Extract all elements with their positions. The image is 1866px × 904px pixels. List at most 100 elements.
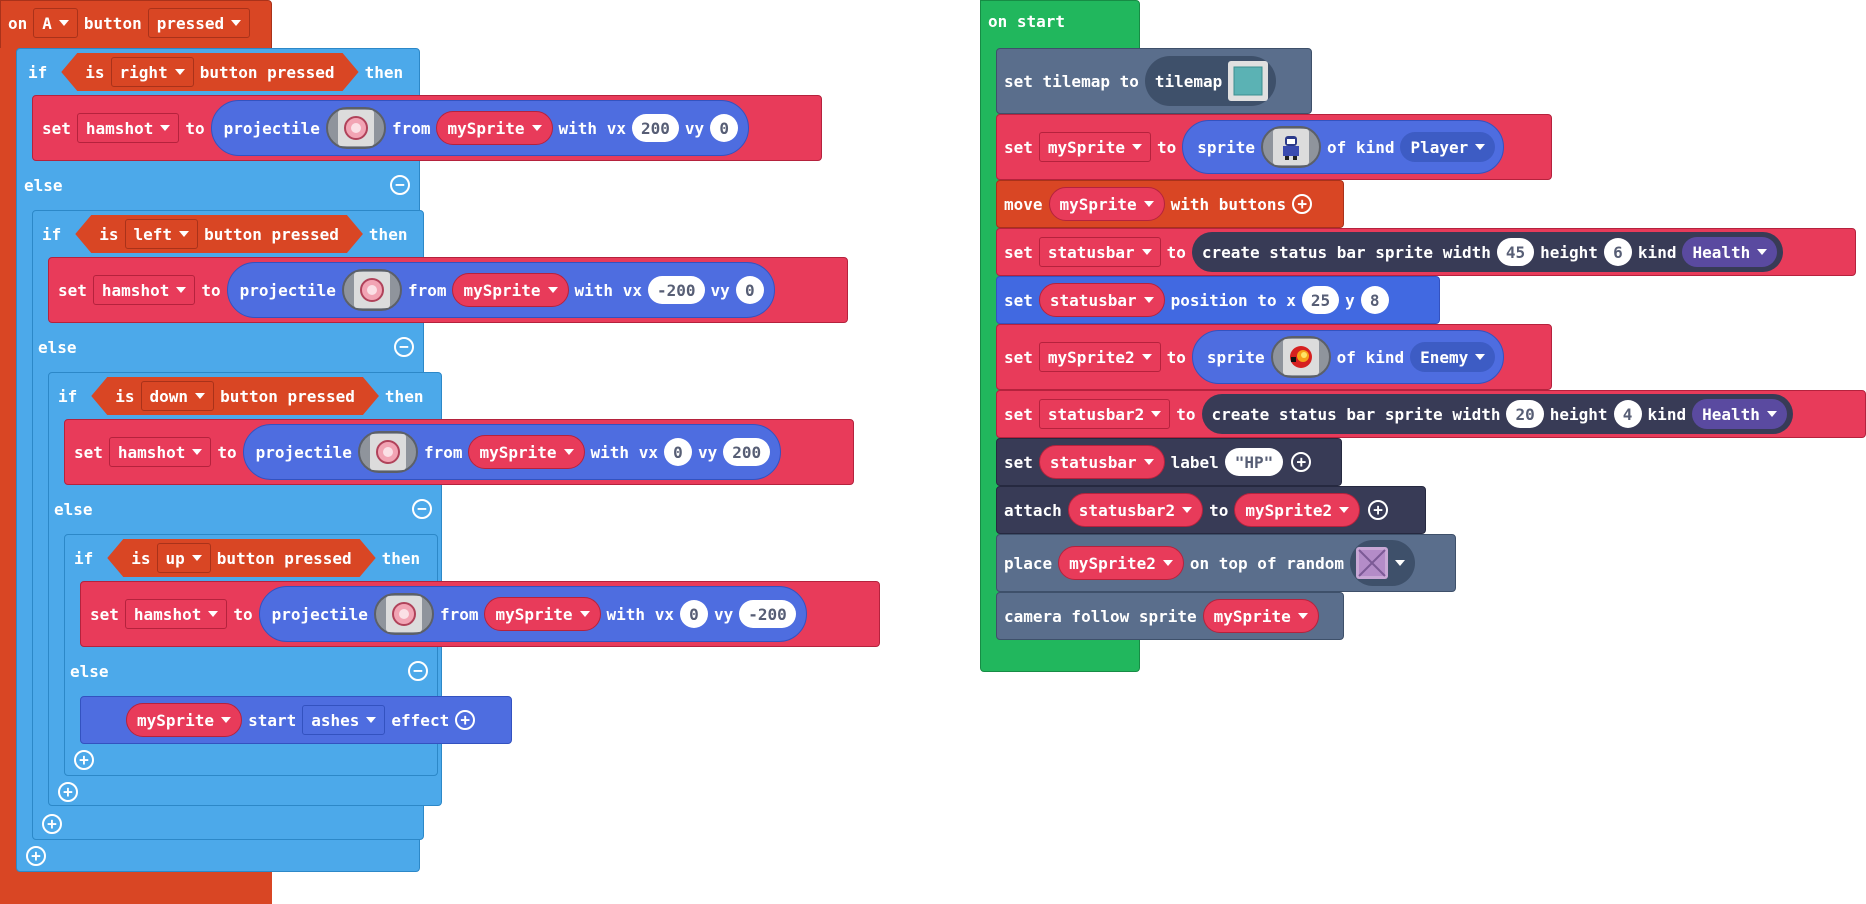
direction-dropdown[interactable]: up <box>157 543 211 573</box>
sprite-dropdown[interactable]: statusbar2 <box>1067 493 1204 527</box>
y-input[interactable]: 8 <box>1360 286 1389 314</box>
button-dropdown[interactable]: A <box>33 8 78 38</box>
label-text-input[interactable]: "HP" <box>1224 448 1284 476</box>
sprite-dropdown[interactable]: statusbar <box>1038 283 1165 317</box>
width-input[interactable]: 45 <box>1496 238 1535 266</box>
chevron-down-icon <box>1297 613 1308 619</box>
vx-input[interactable]: 0 <box>679 600 708 628</box>
is-button-pressed-condition[interactable]: is up button pressed <box>107 539 375 577</box>
chevron-down-icon <box>208 611 219 617</box>
collapse-else-icon[interactable]: − <box>412 499 432 519</box>
sprite-dropdown[interactable]: mySprite <box>468 435 585 469</box>
var-dropdown[interactable]: mySprite <box>1038 132 1151 162</box>
create-sprite-reporter[interactable]: sprite of kind Player <box>1182 120 1505 174</box>
event-header[interactable]: on A button pressed <box>4 6 251 40</box>
projectile-reporter[interactable]: projectile from mySprite with vx -200 vy… <box>226 262 775 318</box>
if-label: if <box>28 62 48 82</box>
sprite-dropdown[interactable]: mySprite2 <box>1058 546 1184 580</box>
add-argument-icon[interactable]: + <box>455 710 476 730</box>
chevron-down-icon <box>563 449 574 455</box>
vx-input[interactable]: 0 <box>663 438 692 466</box>
chevron-down-icon <box>366 717 377 723</box>
kind-dropdown[interactable]: Health <box>1682 237 1778 267</box>
var-dropdown[interactable]: hamshot <box>76 113 180 143</box>
height-input[interactable]: 6 <box>1603 238 1632 266</box>
image-picker[interactable] <box>1261 126 1322 168</box>
add-argument-icon[interactable]: + <box>1292 194 1313 214</box>
create-status-bar-reporter[interactable]: create status bar sprite width 20 height… <box>1201 394 1793 434</box>
image-picker[interactable] <box>373 593 434 635</box>
set-statusbar-row: set statusbar to create status bar sprit… <box>998 232 1784 272</box>
sprite-dropdown[interactable]: mySprite <box>1202 599 1319 633</box>
image-picker[interactable] <box>325 107 386 149</box>
kind-dropdown[interactable]: Health <box>1692 399 1787 429</box>
set-position-row: set statusbar position to x 25 y 8 <box>998 282 1389 318</box>
projectile-reporter[interactable]: projectile from mySprite with vx 0 vy 20… <box>242 424 782 480</box>
projectile-reporter[interactable]: projectile from mySprite with vx 200 vy … <box>210 100 750 156</box>
add-else-if-icon[interactable]: + <box>26 846 46 866</box>
set-row-3: set hamshot to projectile from mySprite … <box>68 424 782 480</box>
chevron-down-icon <box>176 287 187 293</box>
set-statusbar2-row: set statusbar2 to create status bar spri… <box>998 394 1793 434</box>
chevron-down-icon <box>160 125 171 131</box>
chevron-down-icon <box>1475 354 1486 360</box>
sprite-dropdown[interactable]: mySprite <box>126 703 243 737</box>
var-dropdown[interactable]: statusbar <box>1038 237 1161 267</box>
set-tilemap-row: set tilemap to tilemap <box>998 56 1277 106</box>
kind-dropdown[interactable]: Player <box>1400 132 1496 162</box>
x-input[interactable]: 25 <box>1301 286 1340 314</box>
var-dropdown[interactable]: hamshot <box>108 437 212 467</box>
effect-dropdown[interactable]: ashes <box>302 705 386 735</box>
chevron-down-icon <box>179 231 189 237</box>
on-start-title: on start <box>988 12 1066 31</box>
image-picker[interactable] <box>341 269 402 311</box>
projectile-reporter[interactable]: projectile from mySprite with vx 0 vy -2… <box>258 586 807 642</box>
create-status-bar-reporter[interactable]: create status bar sprite width 45 height… <box>1191 232 1784 272</box>
var-dropdown[interactable]: hamshot <box>124 599 228 629</box>
add-else-if-icon[interactable]: + <box>42 814 62 834</box>
add-argument-icon[interactable]: + <box>1291 452 1312 472</box>
attach-row: attach statusbar2 to mySprite2 + <box>998 492 1389 528</box>
sprite-dropdown[interactable]: mySprite <box>452 273 569 307</box>
is-button-pressed-condition[interactable]: is down button pressed <box>91 377 379 415</box>
height-input[interactable]: 4 <box>1613 400 1642 428</box>
vx-input[interactable]: -200 <box>647 276 705 304</box>
add-else-if-icon[interactable]: + <box>74 750 94 770</box>
create-sprite-reporter[interactable]: sprite of kind Enemy <box>1191 330 1505 384</box>
kind-dropdown[interactable]: Enemy <box>1410 342 1496 372</box>
width-input[interactable]: 20 <box>1506 400 1544 428</box>
chevron-down-icon <box>1131 144 1142 150</box>
direction-dropdown[interactable]: right <box>111 57 194 87</box>
vy-input[interactable]: 0 <box>710 114 739 142</box>
sprite-dropdown[interactable]: mySprite2 <box>1234 493 1361 527</box>
tilemap-icon[interactable] <box>1228 61 1269 101</box>
tile-picker[interactable] <box>1350 540 1415 586</box>
add-else-if-icon[interactable]: + <box>58 782 78 802</box>
image-picker[interactable] <box>1270 336 1331 378</box>
button-word: button <box>83 13 142 33</box>
vy-input[interactable]: 200 <box>723 438 771 466</box>
vx-input[interactable]: 200 <box>631 114 679 142</box>
collapse-else-icon[interactable]: − <box>408 661 428 681</box>
add-argument-icon[interactable]: + <box>1368 500 1389 520</box>
collapse-else-icon[interactable]: − <box>394 337 414 357</box>
tilemap-reporter[interactable]: tilemap <box>1144 56 1277 106</box>
is-button-pressed-condition[interactable]: is left button pressed <box>75 215 363 253</box>
set-sprite-row: set mySprite to sprite of kind Player <box>998 120 1505 174</box>
var-dropdown[interactable]: mySprite2 <box>1038 342 1161 372</box>
vy-input[interactable]: -200 <box>739 600 796 628</box>
image-picker[interactable] <box>357 431 418 473</box>
direction-dropdown[interactable]: down <box>141 381 215 411</box>
sprite-dropdown[interactable]: mySprite <box>436 111 553 145</box>
var-dropdown[interactable]: statusbar2 <box>1038 399 1171 429</box>
var-dropdown[interactable]: hamshot <box>92 275 196 305</box>
sprite-dropdown[interactable]: mySprite <box>484 597 601 631</box>
tile-icon <box>1356 547 1388 579</box>
collapse-else-icon[interactable]: − <box>390 175 410 195</box>
is-button-pressed-condition[interactable]: is right button pressed <box>61 53 358 91</box>
sprite-dropdown[interactable]: mySprite <box>1048 187 1165 221</box>
event-dropdown[interactable]: pressed <box>147 8 251 38</box>
sprite-dropdown[interactable]: statusbar <box>1038 445 1165 479</box>
direction-dropdown[interactable]: left <box>125 219 199 249</box>
vy-input[interactable]: 0 <box>735 276 764 304</box>
